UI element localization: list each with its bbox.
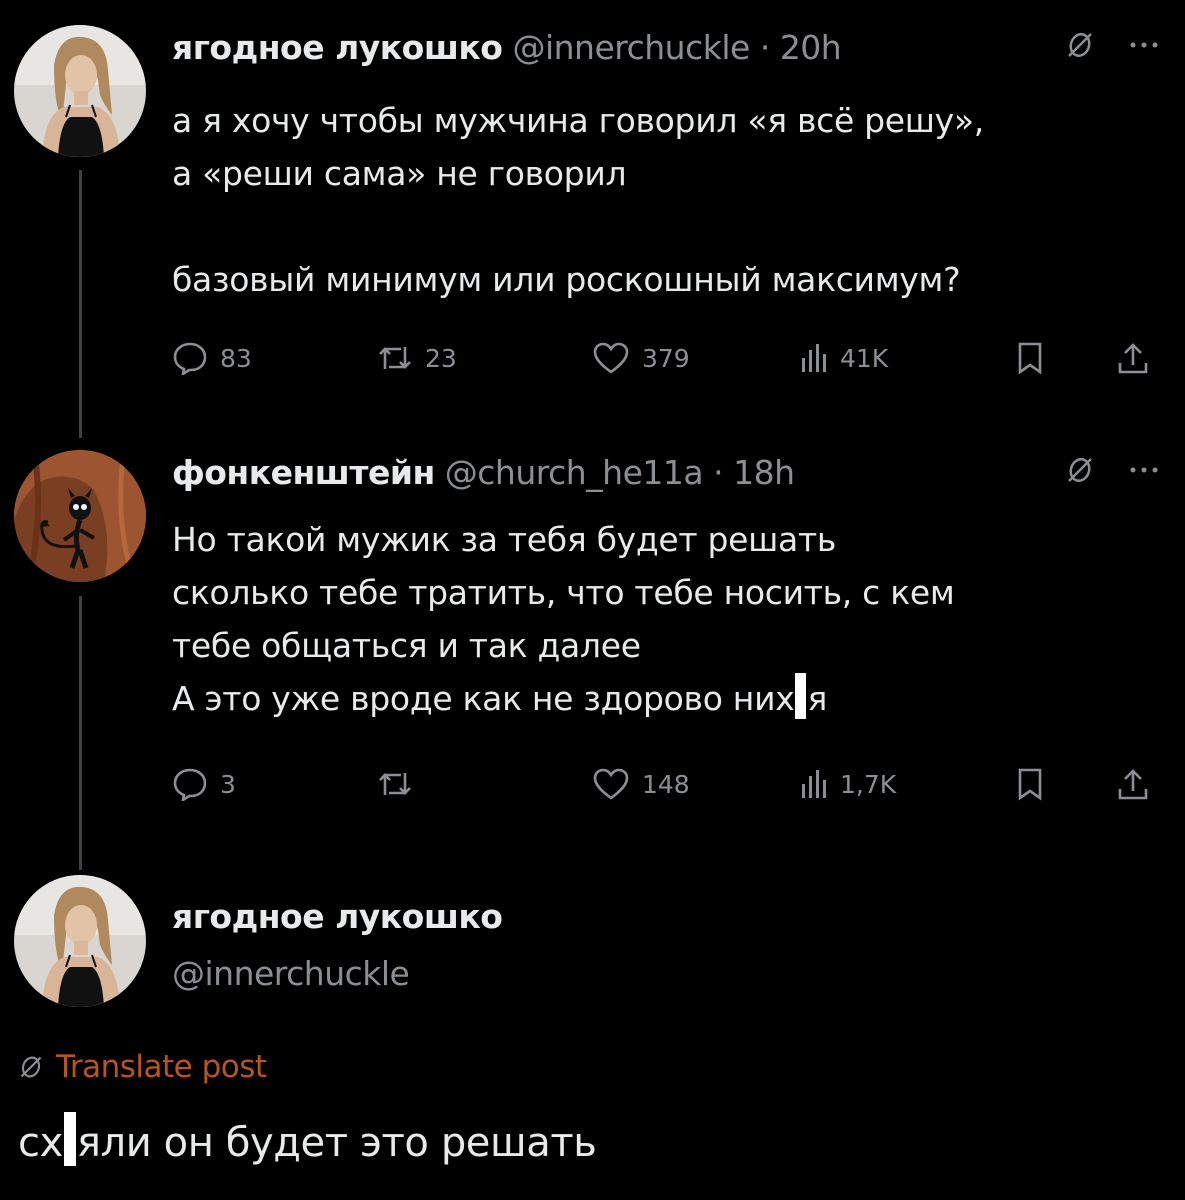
censored-text-after: я <box>807 679 828 718</box>
thread-line <box>79 170 82 410</box>
action-bar: 83 23 379 41K <box>172 338 1162 378</box>
like-count: 148 <box>642 769 690 799</box>
bar-chart-icon <box>802 344 826 372</box>
avatar-innerchuckle[interactable] <box>14 875 146 1007</box>
header-actions <box>1065 455 1159 485</box>
speech-bubble-icon <box>173 342 207 375</box>
separator-dot: · <box>713 453 724 492</box>
separator-dot: · <box>759 28 771 67</box>
reply-count: 3 <box>220 769 236 799</box>
body-line: базовый минимум или роскошный максимум? <box>172 260 961 299</box>
like-button[interactable]: 148 <box>592 764 690 804</box>
views-button[interactable]: 1,7K <box>800 764 896 804</box>
repost-count: 23 <box>425 343 457 373</box>
main-post-text: сх яли он будет это решать <box>18 1112 597 1171</box>
cartoon-devil-cat-avatar <box>14 450 146 582</box>
author-handle[interactable]: @innerchuckle <box>512 28 750 67</box>
tweet-header: ягодное лукошко @innerchuckle · 20h <box>172 28 842 68</box>
body-blank-line <box>172 200 1172 253</box>
share-icon <box>1118 343 1148 374</box>
tweet-1[interactable]: ягодное лукошко @innerchuckle · 20h а я … <box>0 0 1185 410</box>
repost-arrows-icon <box>379 347 411 369</box>
main-post-author-name[interactable]: ягодное лукошко <box>172 897 503 937</box>
translate-post-link[interactable]: Translate post <box>18 1049 267 1085</box>
author-name[interactable]: ягодное лукошко <box>172 897 503 936</box>
repost-arrows-icon <box>379 773 411 795</box>
tweet-header: фонкенштейн @church_he11a · 18h <box>172 453 795 493</box>
views-count: 41K <box>840 343 889 373</box>
bar-chart-icon <box>802 770 826 798</box>
speech-bubble-icon <box>173 768 207 801</box>
more-dots-icon[interactable] <box>1129 40 1159 50</box>
body-line-censored: А это уже вроде как не здорово них я <box>172 672 1172 725</box>
reply-button[interactable]: 83 <box>172 338 252 378</box>
grok-icon[interactable] <box>1065 30 1095 60</box>
bookmark-button[interactable] <box>1016 338 1044 378</box>
views-count: 1,7K <box>840 769 897 799</box>
body-line: Но такой мужик за тебя будет решать <box>172 520 837 559</box>
thread-line <box>79 410 82 438</box>
author-handle[interactable]: @church_he11a <box>445 453 704 492</box>
tweet-2[interactable]: фонкенштейн @church_he11a · 18h Но такой… <box>0 410 1185 870</box>
thread-line <box>79 596 82 870</box>
main-text-before: сх <box>18 1120 63 1166</box>
more-dots-icon[interactable] <box>1129 465 1159 475</box>
main-text-after: яли он будет это решать <box>76 1120 597 1166</box>
like-count: 379 <box>642 343 690 373</box>
header-actions <box>1065 30 1159 60</box>
bookmark-icon <box>1018 342 1042 375</box>
author-handle[interactable]: @innerchuckle <box>172 954 410 993</box>
repost-button[interactable]: 23 <box>377 338 457 378</box>
main-post-author-handle[interactable]: @innerchuckle <box>172 954 410 994</box>
body-line: а «реши сама» не говорил <box>172 154 627 193</box>
share-icon <box>1118 769 1148 800</box>
reply-button[interactable]: 3 <box>172 764 236 804</box>
repost-button[interactable] <box>377 764 425 804</box>
censored-text-before: А это уже вроде как не здорово них <box>172 679 795 718</box>
reply-count: 83 <box>220 343 252 373</box>
author-name[interactable]: фонкенштейн <box>172 453 435 492</box>
heart-icon <box>593 768 629 800</box>
like-button[interactable]: 379 <box>592 338 690 378</box>
bookmark-button[interactable] <box>1016 764 1044 804</box>
tweet-body: а я хочу чтобы мужчина говорил «я всё ре… <box>172 94 1172 306</box>
views-button[interactable]: 41K <box>800 338 888 378</box>
share-button[interactable] <box>1116 764 1150 804</box>
avatar-innerchuckle[interactable] <box>14 25 146 157</box>
body-line: сколько тебе тратить, что тебе носить, с… <box>172 573 955 612</box>
post-time[interactable]: 18h <box>733 453 795 492</box>
woman-portrait-avatar <box>14 25 146 157</box>
woman-portrait-avatar <box>14 875 146 1007</box>
censor-bar <box>795 673 807 719</box>
post-time[interactable]: 20h <box>780 28 842 67</box>
action-bar: 3 148 1,7K <box>172 764 1162 804</box>
tweet-body: Но такой мужик за тебя будет решать скол… <box>172 513 1172 725</box>
censor-bar <box>63 1112 76 1166</box>
body-line: тебе общаться и так далее <box>172 626 641 665</box>
share-button[interactable] <box>1116 338 1150 378</box>
avatar-church-he11a[interactable] <box>14 450 146 582</box>
heart-icon <box>593 342 629 374</box>
author-name[interactable]: ягодное лукошко <box>172 28 503 67</box>
translate-label[interactable]: Translate post <box>56 1049 267 1085</box>
slashed-circle-icon <box>20 1056 42 1078</box>
bookmark-icon <box>1018 768 1042 801</box>
grok-icon[interactable] <box>1065 455 1095 485</box>
body-line: а я хочу чтобы мужчина говорил «я всё ре… <box>172 101 984 140</box>
